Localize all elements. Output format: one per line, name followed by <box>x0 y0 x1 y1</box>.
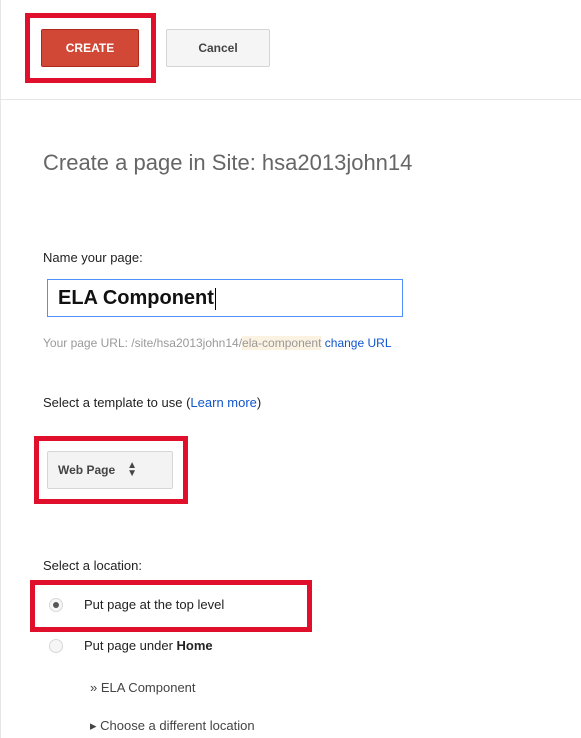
page-title: Create a page in Site: hsa2013john14 <box>43 150 413 175</box>
under-home-prefix: Put page under <box>84 638 177 653</box>
radio-under-home-label: Put page under Home <box>84 638 213 653</box>
location-path-item: » ELA Component <box>90 680 196 695</box>
top-level-option-highlight <box>30 580 312 632</box>
toolbar: CREATE Cancel <box>1 0 581 100</box>
url-prefix: Your page URL: /site/hsa2013john14/ <box>43 336 243 350</box>
page-name-value: ELA Component <box>58 287 214 309</box>
create-button-highlight <box>25 13 156 83</box>
location-label: Select a location: <box>43 558 143 573</box>
name-label: Name your page: <box>43 250 143 265</box>
template-select-highlight <box>34 436 188 504</box>
page-name-input[interactable]: ELA Component <box>47 279 403 317</box>
radio-under-home[interactable] <box>49 639 63 653</box>
cancel-button[interactable]: Cancel <box>166 29 270 67</box>
template-label-prefix: Select a template to use ( <box>43 395 191 410</box>
text-caret <box>214 287 216 310</box>
page-url-line: Your page URL: /site/hsa2013john14/ela-c… <box>43 336 392 350</box>
template-label-suffix: ) <box>256 395 262 410</box>
change-url-link[interactable]: change URL <box>325 336 392 350</box>
learn-more-link[interactable]: Learn more <box>190 395 256 410</box>
under-home-bold: Home <box>176 638 213 653</box>
template-label: Select a template to use (Learn more) <box>43 395 261 410</box>
create-page-dialog: CREATE Cancel Create a page in Site: hsa… <box>0 0 581 738</box>
choose-location-link[interactable]: ▸ Choose a different location <box>90 718 255 734</box>
url-slug: ela-component <box>242 336 322 350</box>
